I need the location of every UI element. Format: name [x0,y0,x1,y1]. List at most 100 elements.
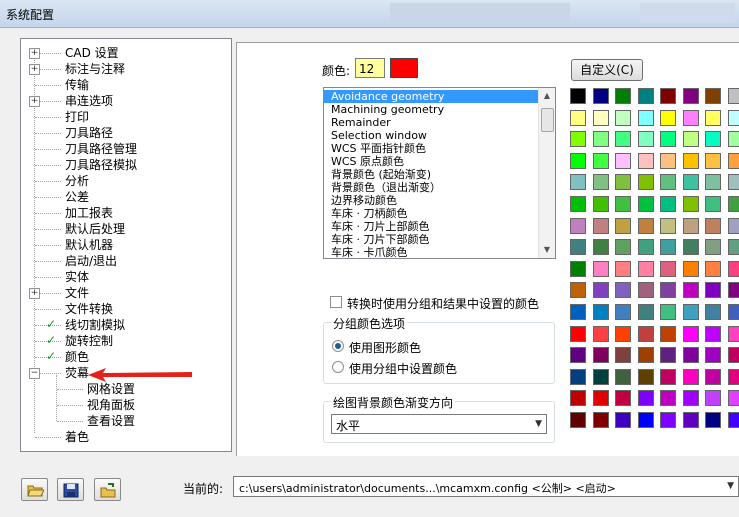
color-swatch[interactable] [705,412,721,428]
color-swatch[interactable] [638,412,654,428]
custom-color-button[interactable]: 自定义(C) [571,59,643,81]
color-swatch[interactable] [683,390,699,406]
color-swatch[interactable] [705,282,721,298]
tree-item[interactable]: 公差 [65,189,89,205]
settings-tree[interactable]: CAD 设置 + 标注与注释 + 传输 串连选项 + 打印 刀具路径 刀具路径管理 刀具路径模拟 分析… [20,38,232,452]
color-swatch[interactable] [683,153,699,169]
color-swatch[interactable] [593,239,609,255]
color-swatch[interactable] [638,390,654,406]
tree-item[interactable]: 文件 [65,285,89,301]
color-swatch[interactable] [728,261,739,277]
color-swatch[interactable] [728,326,739,342]
color-swatch[interactable] [683,110,699,126]
color-swatch[interactable] [705,239,721,255]
color-swatch[interactable] [570,174,586,190]
gradient-direction-dropdown[interactable]: 水平 ▼ [331,414,547,434]
color-swatch[interactable] [705,347,721,363]
list-item[interactable]: WCS 平面指针颜色 [324,142,538,155]
tree-item[interactable]: 加工报表 [65,205,113,221]
tree-item[interactable]: 打印 [65,109,89,125]
color-swatch[interactable] [638,88,654,104]
color-swatch[interactable] [660,239,676,255]
radio-use-graphic-color[interactable] [332,340,344,352]
color-swatch[interactable] [593,390,609,406]
color-swatch[interactable] [728,304,739,320]
color-swatch[interactable] [660,304,676,320]
color-swatch[interactable] [705,196,721,212]
color-swatch[interactable] [570,110,586,126]
color-swatch[interactable] [728,412,739,428]
color-swatch[interactable] [593,218,609,234]
color-swatch[interactable] [683,218,699,234]
expand-icon[interactable]: + [29,48,40,59]
tree-item[interactable]: 启动/退出 [65,253,117,269]
color-swatch[interactable] [638,282,654,298]
list-item[interactable]: WCS 原点颜色 [324,155,538,168]
color-swatch[interactable] [683,131,699,147]
expand-icon[interactable]: + [29,64,40,75]
color-swatch[interactable] [705,174,721,190]
color-swatch[interactable] [615,239,631,255]
color-swatch[interactable] [638,326,654,342]
color-swatch[interactable] [593,196,609,212]
color-swatch[interactable] [660,196,676,212]
color-item-list[interactable]: Avoidance geometry Machining geometry Rema… [323,87,556,259]
color-swatch[interactable] [683,369,699,385]
list-item[interactable]: Remainder [324,116,538,129]
tree-item[interactable]: 刀具路径管理 [65,141,137,157]
color-swatch[interactable] [615,261,631,277]
color-swatch[interactable] [593,88,609,104]
color-swatch[interactable] [660,282,676,298]
color-swatch[interactable] [705,131,721,147]
tree-item[interactable]: 线切割模拟 [65,317,125,333]
color-swatch[interactable] [638,369,654,385]
list-item[interactable]: Machining geometry [324,103,538,116]
list-item[interactable]: 车床 · 卡爪颜色 [324,246,538,258]
color-swatch[interactable] [570,304,586,320]
tree-item[interactable]: 串连选项 [65,93,113,109]
collapse-icon[interactable]: − [29,368,40,379]
tree-item[interactable]: 默认后处理 [65,221,125,237]
color-swatch[interactable] [638,110,654,126]
color-swatch[interactable] [660,347,676,363]
color-swatch[interactable] [705,261,721,277]
color-swatch[interactable] [615,218,631,234]
color-swatch[interactable] [660,218,676,234]
color-swatch[interactable] [615,412,631,428]
list-item[interactable]: Avoidance geometry [324,90,538,103]
list-item[interactable]: 车床 · 刀片上部颜色 [324,220,538,233]
color-swatch[interactable] [683,174,699,190]
color-swatch[interactable] [683,196,699,212]
color-swatch[interactable] [593,131,609,147]
color-swatch[interactable] [570,390,586,406]
color-swatch[interactable] [638,153,654,169]
tree-item[interactable]: 默认机器 [65,237,113,253]
color-swatch[interactable] [570,153,586,169]
color-swatch[interactable] [728,347,739,363]
color-swatch[interactable] [660,390,676,406]
color-swatch[interactable] [615,153,631,169]
tree-item[interactable]: 颜色 [65,349,89,365]
tree-item[interactable]: 着色 [65,429,89,445]
color-swatch[interactable] [728,282,739,298]
color-swatch[interactable] [660,326,676,342]
save-config-button[interactable] [57,478,84,501]
color-swatch[interactable] [728,390,739,406]
scroll-thumb[interactable] [541,108,554,132]
current-config-dropdown[interactable]: c:\users\administrator\documents...\mcam… [233,476,739,497]
color-swatch[interactable] [570,261,586,277]
color-swatch[interactable] [705,304,721,320]
scroll-up-icon[interactable]: ▲ [539,88,555,104]
list-scrollbar[interactable]: ▲ ▼ [538,88,555,258]
tree-item[interactable]: 文件转换 [65,301,113,317]
color-swatch[interactable] [615,110,631,126]
color-swatch[interactable] [615,88,631,104]
color-swatch[interactable] [570,369,586,385]
color-swatch[interactable] [638,304,654,320]
color-swatch[interactable] [705,369,721,385]
color-swatch[interactable] [615,326,631,342]
list-item[interactable]: 背景颜色 (起始渐变) [324,168,538,181]
tree-item[interactable]: 实体 [65,269,89,285]
color-swatch[interactable] [683,326,699,342]
color-swatch[interactable] [683,282,699,298]
